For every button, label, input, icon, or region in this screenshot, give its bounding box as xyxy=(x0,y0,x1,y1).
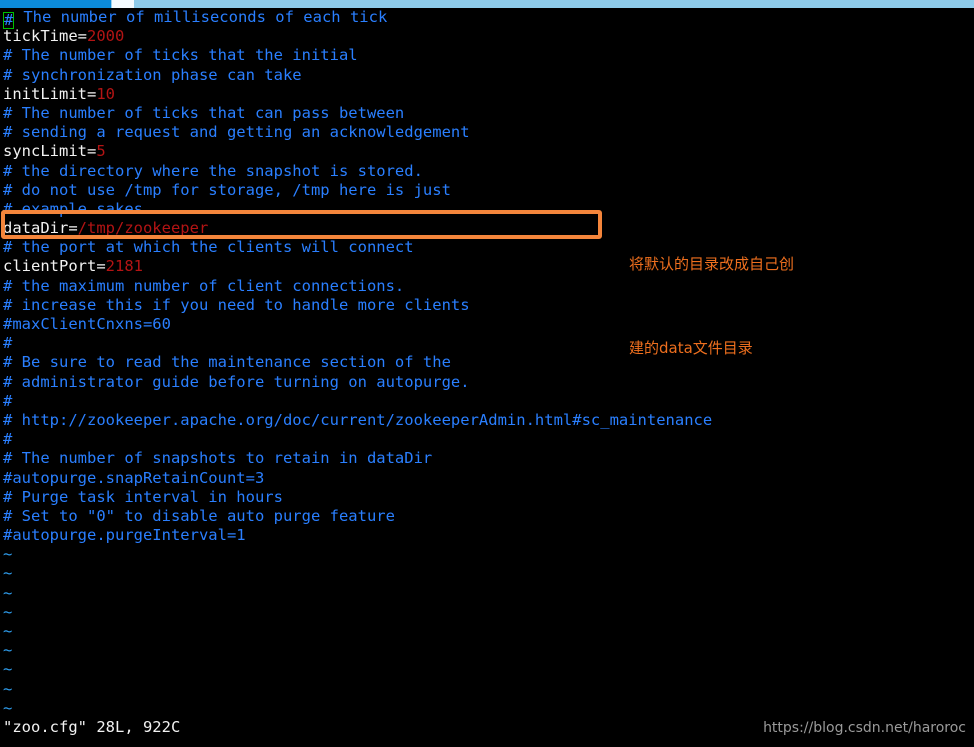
empty-line-marker: ~ xyxy=(3,622,13,640)
comment-text: # Be sure to read the maintenance sectio… xyxy=(3,353,451,372)
comment-text: # the port at which the clients will con… xyxy=(3,238,414,257)
code-line[interactable]: ~ xyxy=(0,622,974,641)
empty-line-marker: ~ xyxy=(3,660,13,679)
code-line[interactable]: # The number of milliseconds of each tic… xyxy=(0,8,974,29)
config-key: tickTime= xyxy=(3,27,87,46)
comment-text: # http://zookeeper.apache.org/doc/curren… xyxy=(3,410,713,429)
config-key: dataDir= xyxy=(3,219,78,238)
config-value: /tmp/zookeeper xyxy=(77,219,209,238)
code-line[interactable]: tickTime=2000 xyxy=(0,27,974,46)
code-line[interactable]: # Purge task interval in hours xyxy=(0,488,974,507)
comment-text: # The number of ticks that the initial xyxy=(3,46,358,65)
config-value: 5 xyxy=(96,142,106,161)
comment-text: The number of milliseconds of each tick xyxy=(14,8,388,26)
empty-line-marker: ~ xyxy=(3,679,13,698)
code-line[interactable]: ~ xyxy=(0,660,974,679)
comment-text: # the directory where the snapshot is st… xyxy=(3,161,423,180)
config-value: 10 xyxy=(96,84,115,103)
comment-text: # Purge task interval in hours xyxy=(3,487,283,506)
code-line[interactable]: ~ xyxy=(0,603,974,622)
code-line[interactable]: # Set to "0" to disable auto purge featu… xyxy=(0,507,974,526)
config-value: 2181 xyxy=(105,257,143,276)
terminal-window[interactable]: # The number of milliseconds of each tic… xyxy=(0,8,974,747)
comment-text: # xyxy=(3,334,13,353)
comment-text: # Set to "0" to disable auto purge featu… xyxy=(3,506,395,525)
code-line[interactable]: ~ xyxy=(0,680,974,699)
code-line[interactable]: # The number of ticks that the initial xyxy=(0,46,974,65)
code-line[interactable]: ~ xyxy=(0,564,974,583)
code-line[interactable]: # The number of snapshots to retain in d… xyxy=(0,449,974,468)
comment-text: # do not use /tmp for storage, /tmp here… xyxy=(3,180,451,199)
vim-status-line: "zoo.cfg" 28L, 922C https://blog.csdn.ne… xyxy=(0,713,974,747)
code-line[interactable]: syncLimit=5 xyxy=(0,142,974,161)
empty-line-marker: ~ xyxy=(3,641,13,660)
code-line[interactable]: ~ xyxy=(0,641,974,660)
empty-line-marker: ~ xyxy=(3,545,13,564)
comment-text: # increase this if you need to handle mo… xyxy=(3,295,470,314)
comment-text: # xyxy=(3,430,13,449)
annotation-line-1: 将默认的目录改成自己创 xyxy=(629,255,795,273)
code-line[interactable]: # synchronization phase can take xyxy=(0,66,974,85)
comment-text: #maxClientCnxns=60 xyxy=(3,315,171,333)
comment-text: # the maximum number of client connectio… xyxy=(3,276,405,295)
code-line[interactable]: #autopurge.purgeInterval=1 xyxy=(0,526,974,545)
comment-text: # sending a request and getting an ackno… xyxy=(3,123,470,142)
comment-text: # example sakes xyxy=(3,199,143,218)
comment-text: # synchronization phase can take xyxy=(3,65,302,84)
annotation-text: 将默认的目录改成自己创 建的data文件目录 xyxy=(629,194,949,418)
status-file-info: "zoo.cfg" 28L, 922C xyxy=(3,718,181,736)
config-key: clientPort= xyxy=(3,257,106,276)
empty-line-marker: ~ xyxy=(3,602,13,621)
code-line[interactable]: ~ xyxy=(0,545,974,564)
config-key: syncLimit= xyxy=(3,142,97,161)
comment-text: # administrator guide before turning on … xyxy=(3,372,470,391)
watermark-url: https://blog.csdn.net/haroroc xyxy=(763,720,966,736)
code-line[interactable]: # The number of ticks that can pass betw… xyxy=(0,104,974,123)
horizontal-scrollbar[interactable] xyxy=(0,0,974,8)
config-key: initLimit= xyxy=(3,84,97,103)
code-line[interactable]: ~ xyxy=(0,584,974,603)
scrollbar-track-filled xyxy=(0,0,111,8)
code-line[interactable]: # sending a request and getting an ackno… xyxy=(0,123,974,142)
comment-text: #autopurge.purgeInterval=1 xyxy=(3,526,246,545)
comment-text: #autopurge.snapRetainCount=3 xyxy=(3,468,265,487)
code-line[interactable]: initLimit=10 xyxy=(0,85,974,104)
comment-text: # The number of snapshots to retain in d… xyxy=(3,449,433,468)
comment-text: # xyxy=(3,391,13,410)
scrollbar-track[interactable] xyxy=(134,0,974,8)
empty-line-marker: ~ xyxy=(3,564,13,583)
code-line[interactable]: # xyxy=(0,430,974,449)
annotation-line-2: 建的data文件目录 xyxy=(629,339,753,357)
config-value: 2000 xyxy=(87,27,125,46)
comment-text: # The number of ticks that can pass betw… xyxy=(3,103,405,122)
code-line[interactable]: #autopurge.snapRetainCount=3 xyxy=(0,469,974,488)
empty-line-marker: ~ xyxy=(3,583,13,602)
code-line[interactable]: # the directory where the snapshot is st… xyxy=(0,162,974,181)
scrollbar-thumb[interactable] xyxy=(112,0,134,8)
